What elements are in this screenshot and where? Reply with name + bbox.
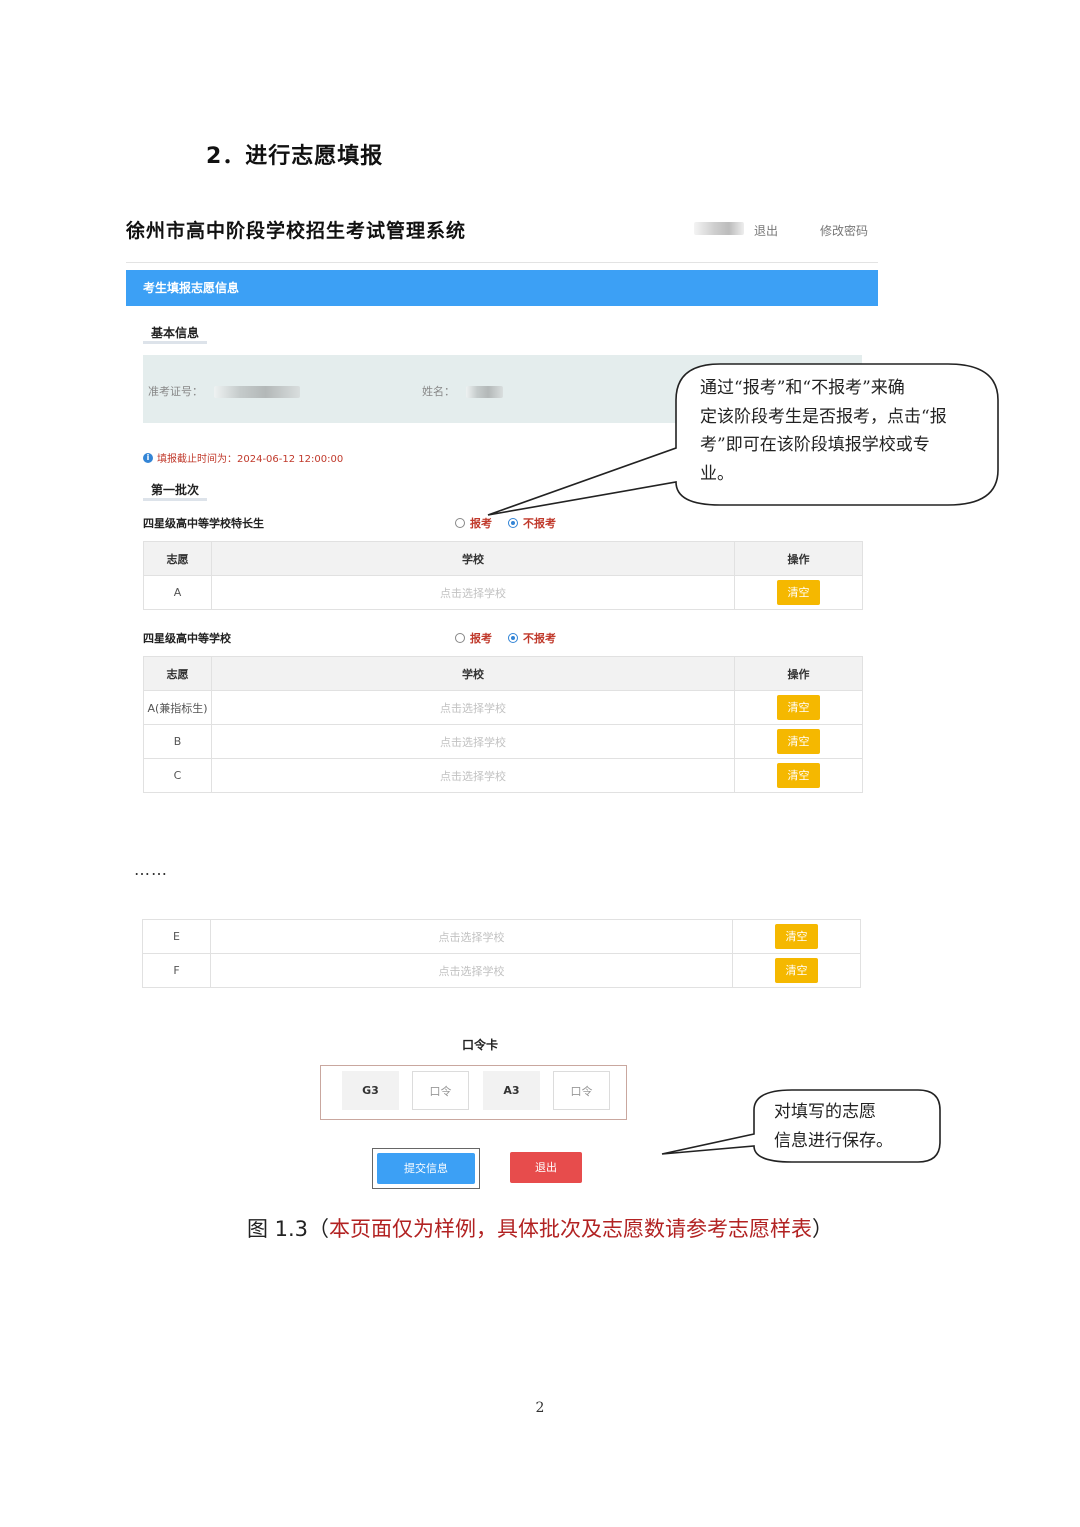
callout-line: 信息进行保存。	[774, 1130, 893, 1151]
caption-suffix: ）	[812, 1217, 834, 1241]
callout-shapes	[487, 363, 999, 1163]
caption-note: 本页面仅为样例，具体批次及志愿数请参考志愿样表	[329, 1217, 813, 1241]
callout-line: 业。	[700, 463, 734, 484]
callout-line: 考”即可在该阶段填报学校或专	[700, 435, 930, 455]
callout-line: 定该阶段考生是否报考，点击“报	[700, 406, 947, 427]
page-number: 2	[535, 1400, 545, 1416]
callout-line: 通过“报考”和“不报考”来确	[700, 378, 905, 398]
callout-line: 对填写的志愿	[774, 1102, 876, 1122]
callout-report-text: 通过“报考”和“不报考”来确 定该阶段考生是否报考，点击“报 考”即可在该阶段填…	[700, 374, 985, 488]
caption-prefix: 图 1.3（	[246, 1217, 330, 1241]
callout-save-text: 对填写的志愿 信息进行保存。	[774, 1098, 934, 1155]
figure-caption: 图 1.3（本页面仅为样例，具体批次及志愿数请参考志愿样表）	[0, 1213, 1080, 1243]
